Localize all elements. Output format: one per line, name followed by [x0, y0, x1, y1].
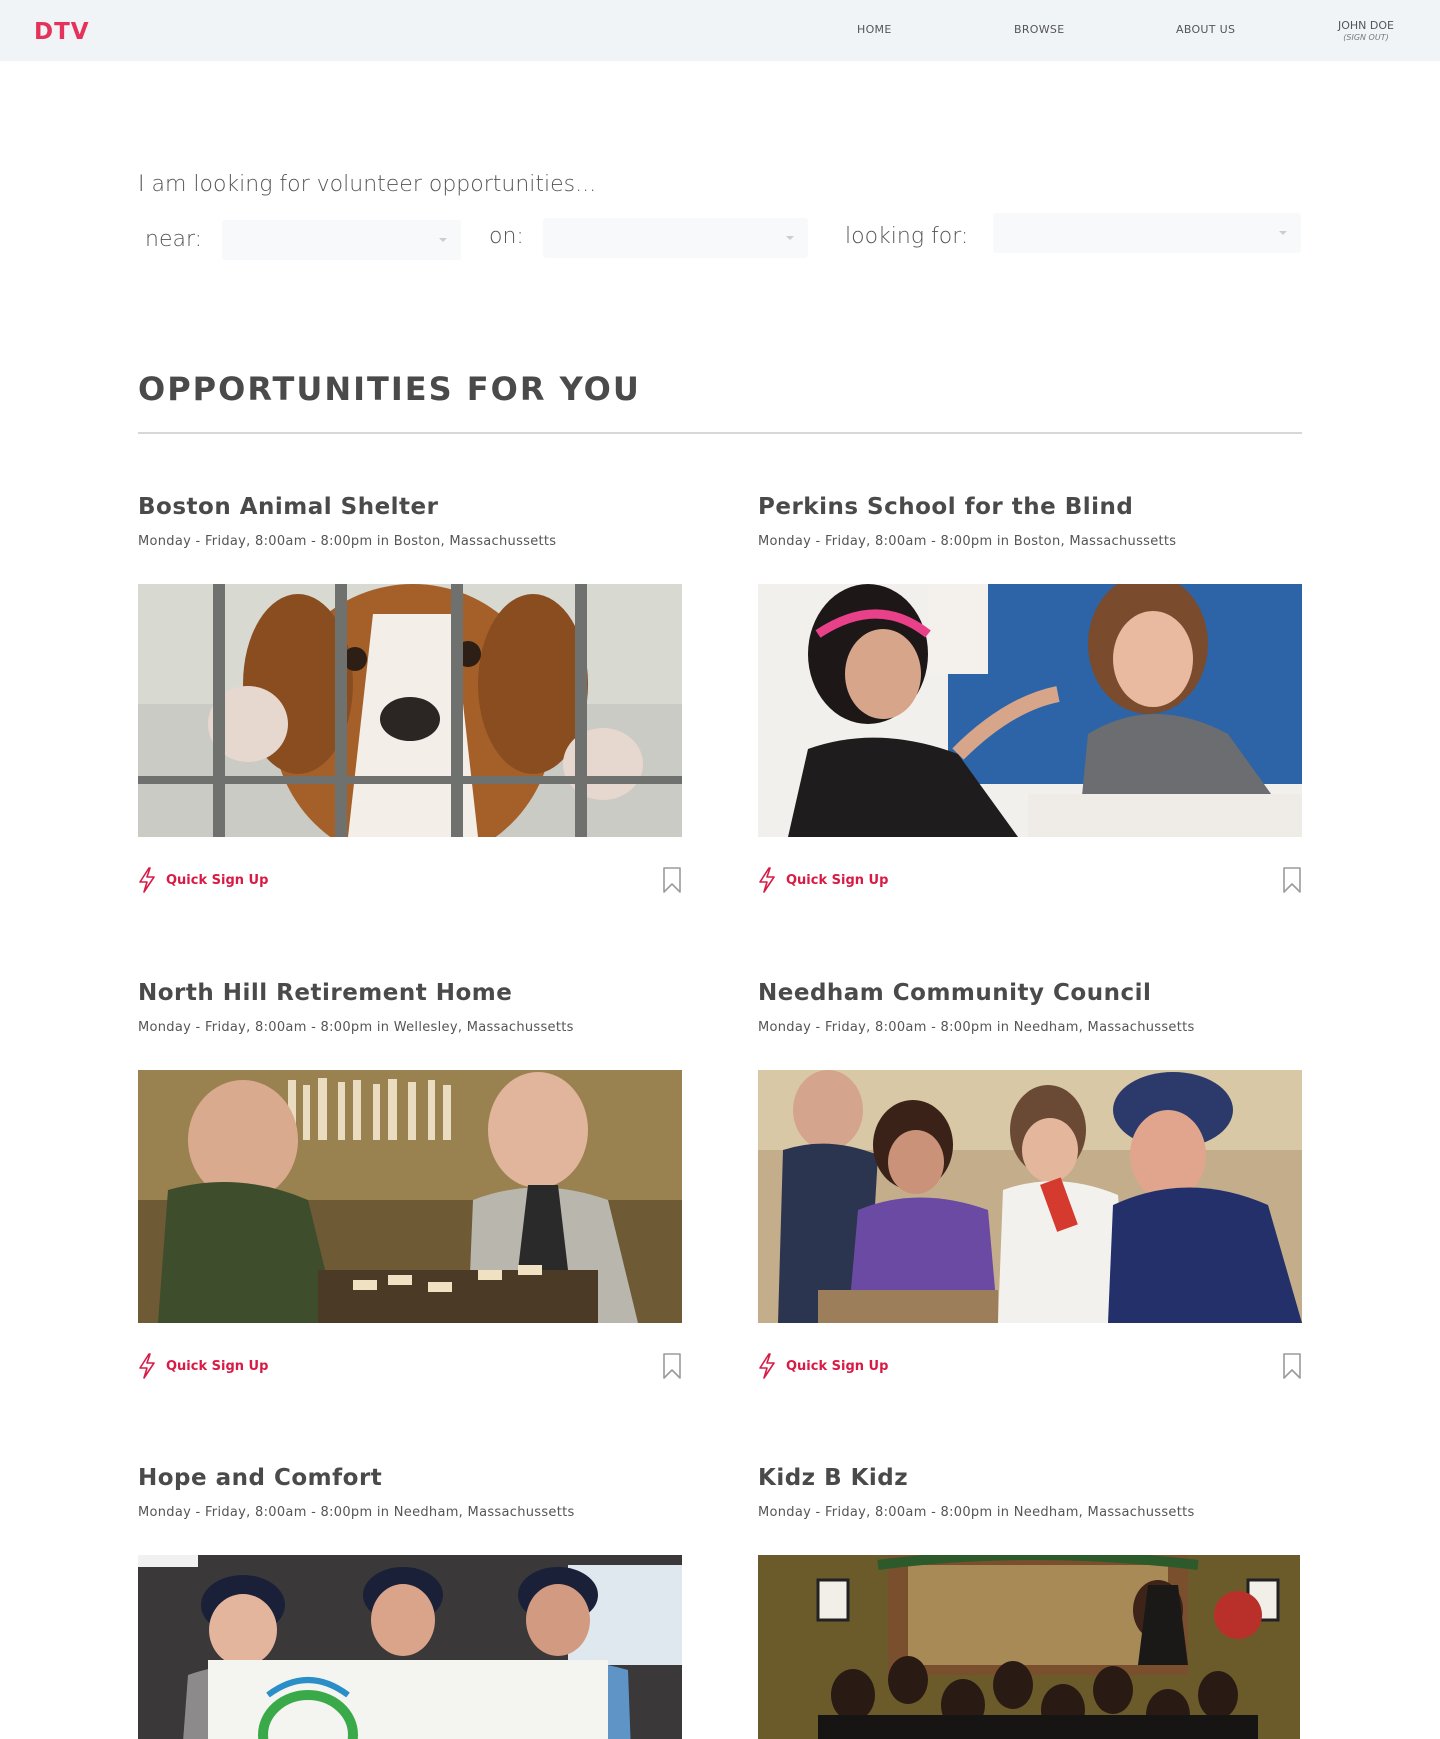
card-actions: Quick Sign Up	[758, 1353, 1302, 1383]
card-schedule-location: Monday - Friday, 8:00am - 8:00pm in Well…	[138, 1020, 574, 1035]
card-actions: Quick Sign Up	[138, 1353, 682, 1383]
lightning-bolt-icon	[139, 867, 155, 893]
card-photo[interactable]	[758, 584, 1302, 837]
card-title[interactable]: Kidz B Kidz	[758, 1465, 1302, 1491]
lightning-bolt-icon	[139, 1353, 155, 1379]
user-name: JOHN DOE	[1338, 19, 1394, 32]
card-schedule-location: Monday - Friday, 8:00am - 8:00pm in Bost…	[138, 534, 557, 549]
card-photo[interactable]	[758, 1555, 1300, 1739]
opportunity-card: Needham Community Council Monday - Frida…	[758, 980, 1302, 1383]
card-title[interactable]: North Hill Retirement Home	[138, 980, 682, 1006]
bookmark-icon[interactable]	[662, 1353, 682, 1379]
nav-home-link[interactable]: HOME	[857, 23, 892, 36]
card-photo[interactable]	[138, 584, 682, 837]
near-select[interactable]	[222, 220, 461, 260]
card-photo[interactable]	[758, 1070, 1302, 1323]
opportunity-card: Hope and Comfort Monday - Friday, 8:00am…	[138, 1465, 682, 1739]
card-schedule-location: Monday - Friday, 8:00am - 8:00pm in Need…	[758, 1020, 1195, 1035]
brand-logo[interactable]: DTV	[34, 19, 90, 45]
quick-sign-up-label: Quick Sign Up	[786, 1358, 889, 1374]
looking-for-label: looking for:	[845, 224, 969, 249]
card-title[interactable]: Hope and Comfort	[138, 1465, 682, 1491]
quick-sign-up-label: Quick Sign Up	[786, 872, 889, 888]
top-navbar: DTV HOME BROWSE ABOUT US JOHN DOE (SIGN …	[0, 0, 1440, 61]
card-schedule-location: Monday - Friday, 8:00am - 8:00pm in Need…	[138, 1505, 575, 1520]
section-divider	[138, 432, 1302, 434]
quick-sign-up-button[interactable]: Quick Sign Up	[138, 1353, 268, 1379]
quick-sign-up-button[interactable]: Quick Sign Up	[138, 867, 268, 893]
card-schedule-location: Monday - Friday, 8:00am - 8:00pm in Bost…	[758, 534, 1177, 549]
chevron-down-icon	[1279, 231, 1287, 235]
card-actions: Quick Sign Up	[138, 867, 682, 897]
sign-out-link[interactable]: (SIGN OUT)	[1336, 33, 1396, 42]
section-title: OPPORTUNITIES FOR YOU	[138, 370, 641, 408]
chevron-down-icon	[439, 238, 447, 242]
opportunity-card: Perkins School for the Blind Monday - Fr…	[758, 494, 1302, 897]
card-title[interactable]: Needham Community Council	[758, 980, 1302, 1006]
card-actions: Quick Sign Up	[758, 867, 1302, 897]
nav-about-link[interactable]: ABOUT US	[1176, 23, 1235, 36]
on-select[interactable]	[543, 218, 808, 258]
lightning-bolt-icon	[759, 867, 775, 893]
quick-sign-up-button[interactable]: Quick Sign Up	[758, 867, 888, 893]
chevron-down-icon	[786, 236, 794, 240]
bookmark-icon[interactable]	[1282, 1353, 1302, 1379]
card-title[interactable]: Boston Animal Shelter	[138, 494, 682, 520]
opportunity-card: North Hill Retirement Home Monday - Frid…	[138, 980, 682, 1383]
search-intro-text: I am looking for volunteer opportunities…	[138, 172, 597, 197]
user-menu[interactable]: JOHN DOE (SIGN OUT)	[1336, 19, 1396, 42]
quick-sign-up-button[interactable]: Quick Sign Up	[758, 1353, 888, 1379]
looking-for-select[interactable]	[993, 213, 1301, 253]
bookmark-icon[interactable]	[1282, 867, 1302, 893]
on-label: on:	[489, 224, 524, 249]
card-photo[interactable]	[138, 1070, 682, 1323]
card-photo[interactable]	[138, 1555, 682, 1739]
opportunity-card: Kidz B Kidz Monday - Friday, 8:00am - 8:…	[758, 1465, 1302, 1739]
quick-sign-up-label: Quick Sign Up	[166, 1358, 269, 1374]
nav-browse-link[interactable]: BROWSE	[1014, 23, 1064, 36]
quick-sign-up-label: Quick Sign Up	[166, 872, 269, 888]
bookmark-icon[interactable]	[662, 867, 682, 893]
opportunity-card: Boston Animal Shelter Monday - Friday, 8…	[138, 494, 682, 897]
lightning-bolt-icon	[759, 1353, 775, 1379]
near-label: near:	[145, 227, 203, 252]
card-title[interactable]: Perkins School for the Blind	[758, 494, 1302, 520]
card-schedule-location: Monday - Friday, 8:00am - 8:00pm in Need…	[758, 1505, 1195, 1520]
